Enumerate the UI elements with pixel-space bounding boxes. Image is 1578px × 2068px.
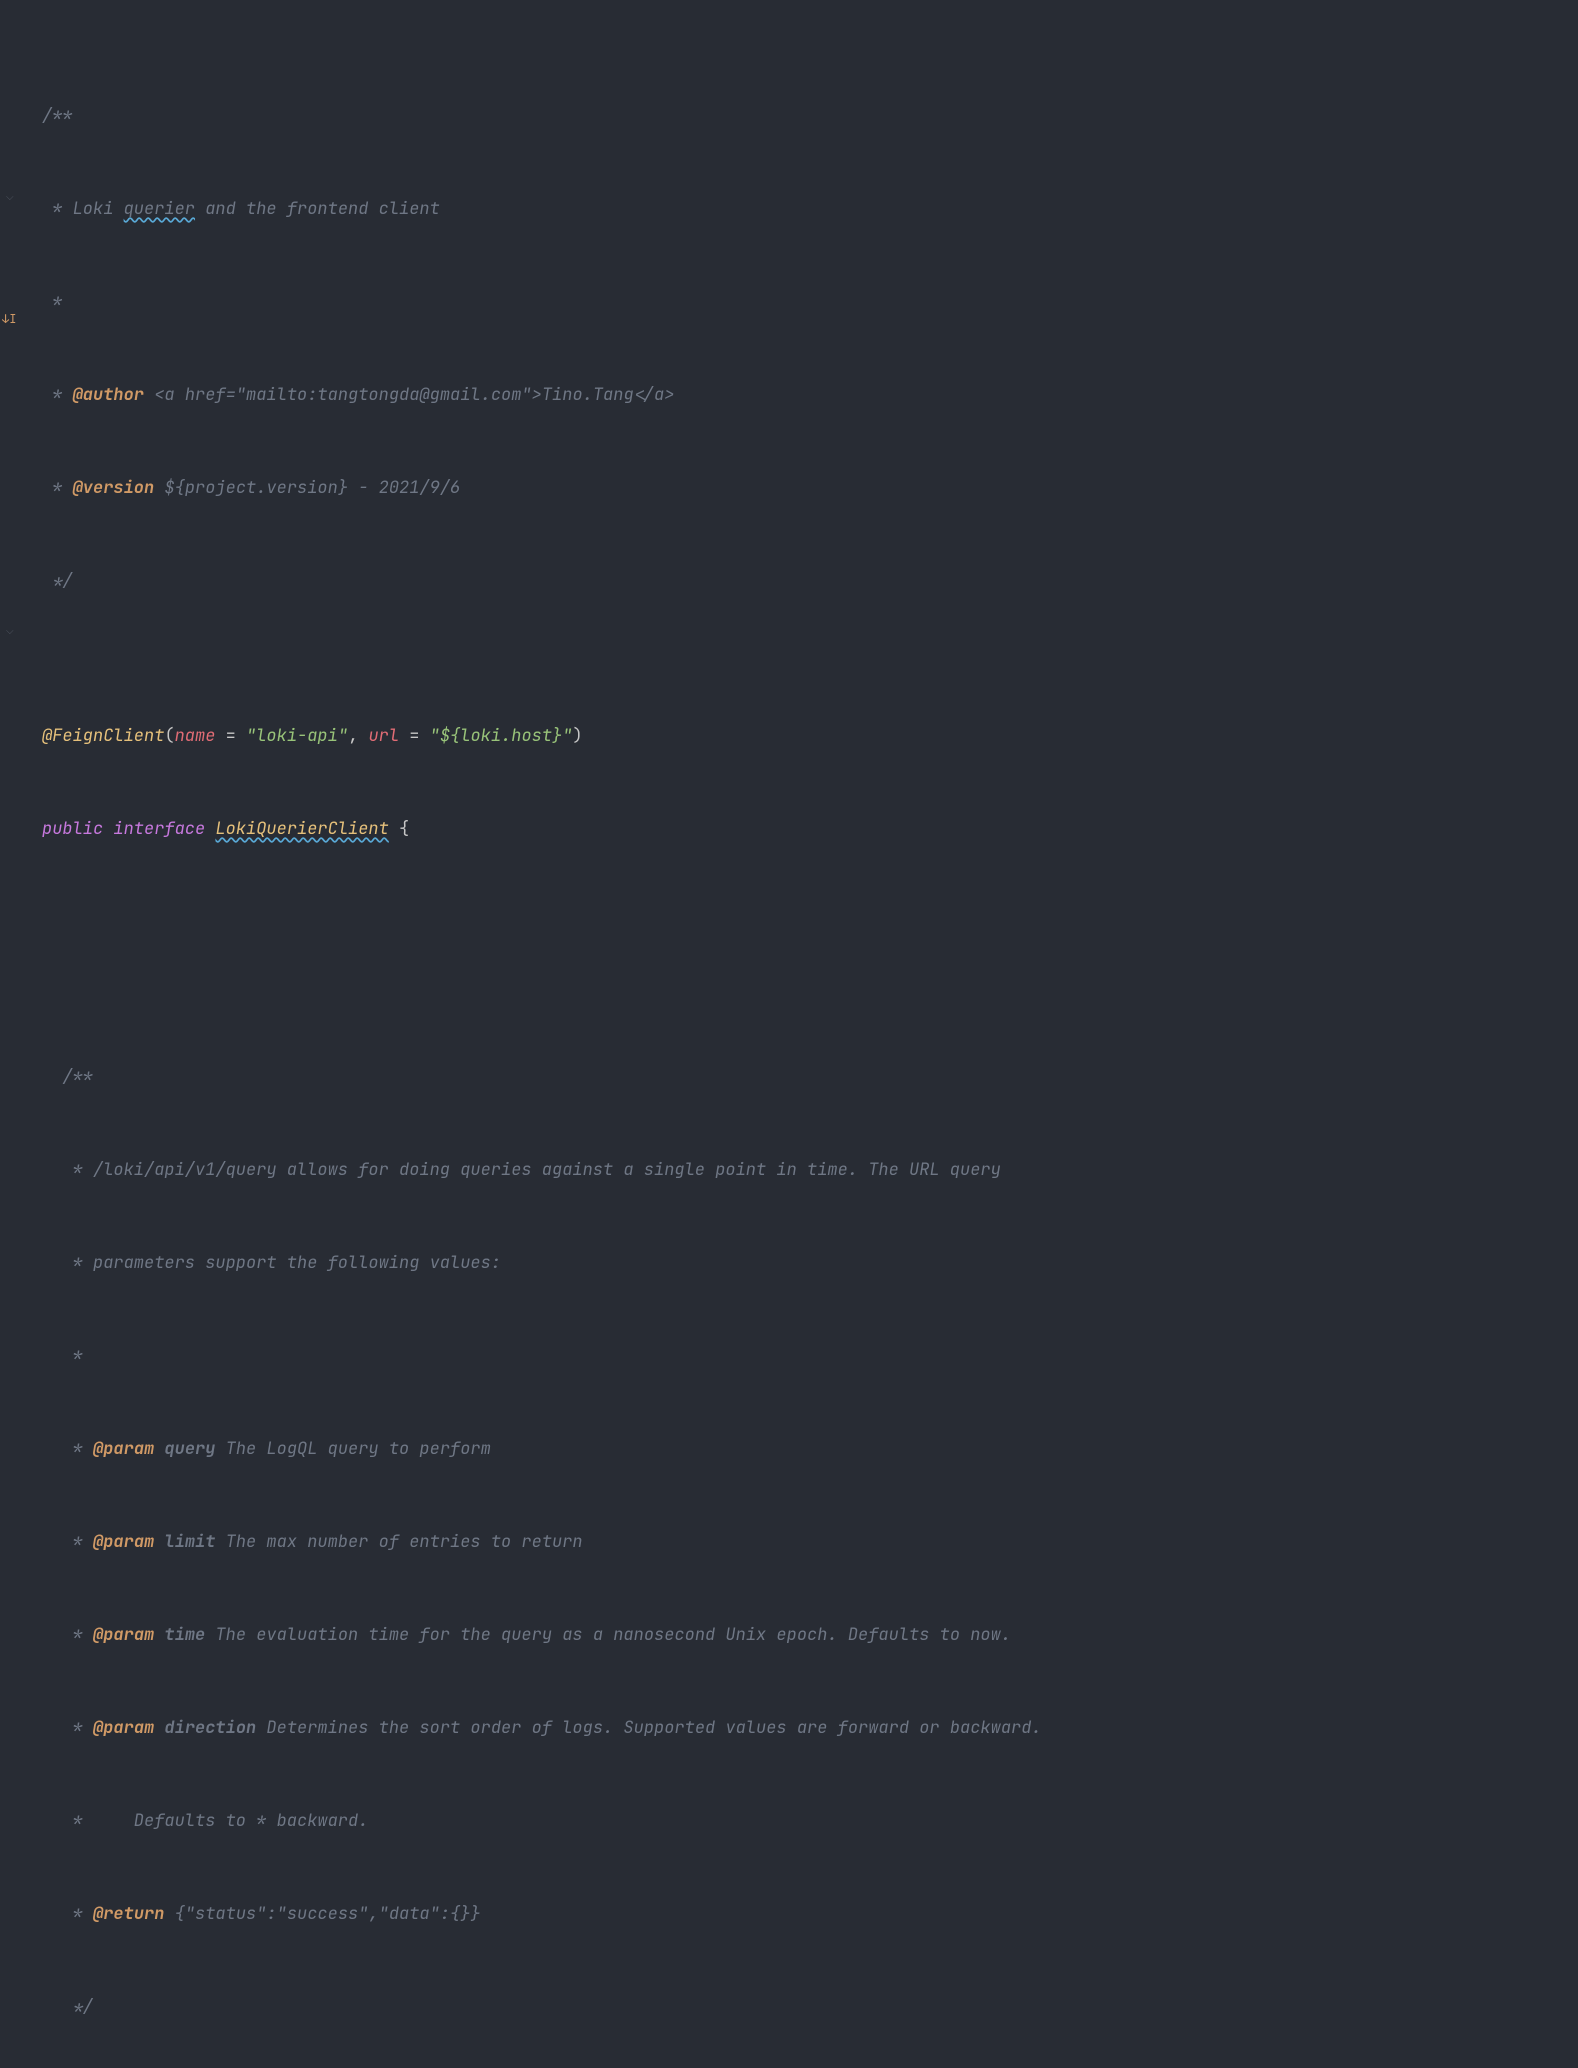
implementations-gutter-icon[interactable]: ↓I [2, 304, 16, 335]
annotation-feignclient: @FeignClient(name = "loki-api", url = "$… [42, 721, 1578, 752]
javadoc-param: * @param time The evaluation time for th… [42, 1620, 1578, 1651]
interface-name: LokiQuerierClient [215, 818, 388, 840]
blank-line [42, 907, 1578, 938]
javadoc-param: * @param limit The max number of entries… [42, 1527, 1578, 1558]
javadoc-close: */ [42, 566, 1578, 597]
fold-toggle-icon[interactable]: ⌵ [6, 181, 14, 212]
gutter: ⌵ ↓I ⌵ [0, 0, 24, 2068]
javadoc-version: * @version ${project.version} - 2021/9/6 [42, 473, 1578, 504]
javadoc-line: * Defaults to * backward. [42, 1806, 1578, 1837]
javadoc-open: /** [42, 1062, 1578, 1093]
javadoc-line: * Loki querier and the frontend client [42, 194, 1578, 225]
interface-decl: public interface LokiQuerierClient { [42, 814, 1578, 845]
javadoc-close: */ [42, 1992, 1578, 2023]
code-area[interactable]: /** * Loki querier and the frontend clie… [24, 0, 1578, 2068]
javadoc-line: * /loki/api/v1/query allows for doing qu… [42, 1155, 1578, 1186]
code-editor[interactable]: ⌵ ↓I ⌵ /** * Loki querier and the fronte… [0, 0, 1578, 2068]
javadoc-line: * parameters support the following value… [42, 1248, 1578, 1279]
javadoc-author: * @author <a href="mailto:tangtongda@gma… [42, 380, 1578, 411]
javadoc-line: * [42, 287, 1578, 318]
javadoc-param: * @param query The LogQL query to perfor… [42, 1434, 1578, 1465]
javadoc-return: * @return {"status":"success","data":{}} [42, 1899, 1578, 1930]
javadoc-line: * [42, 1341, 1578, 1372]
javadoc-param: * @param direction Determines the sort o… [42, 1713, 1578, 1744]
fold-toggle-icon[interactable]: ⌵ [6, 615, 14, 646]
javadoc-open: /** [42, 101, 1578, 132]
